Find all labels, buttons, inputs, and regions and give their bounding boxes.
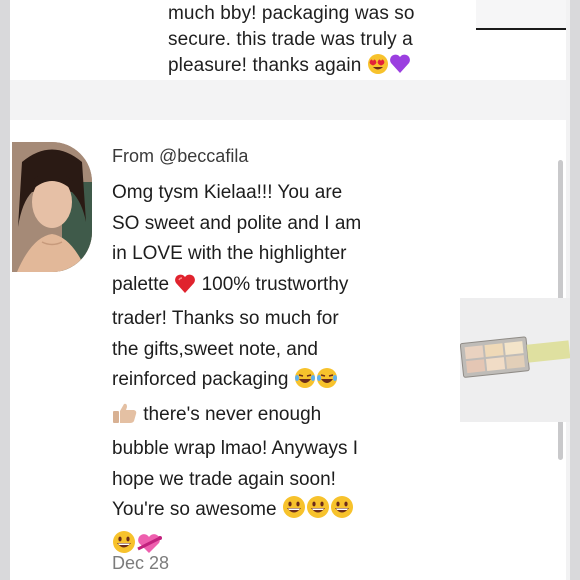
grinning-face-icon [306,495,330,530]
review-separator [10,80,566,120]
review-text: Omg tysm Kielaa!!! You are SO sweet and … [112,178,452,564]
thumbs-up-icon [112,402,138,435]
previous-review-text: much bby! packaging was so secure. this … [168,1,468,83]
previous-review-line: secure. this trade was truly a [168,29,413,50]
red-heart-icon [174,273,196,305]
review-line: SO sweet and polite and I am [112,212,362,234]
review-line: You're so awesome [112,495,452,530]
grinning-face-icon [330,495,354,530]
avatar[interactable] [12,142,92,272]
review-line: in LOVE with the highlighter [112,243,347,264]
laughing-crying-icon [316,367,338,400]
grinning-face-icon [282,495,306,530]
review-line: trader! Thanks so much for [112,308,339,329]
review-line: the gifts,sweet note, and [112,338,318,360]
product-thumbnail[interactable] [459,298,571,422]
author-username[interactable]: @beccafila [159,146,248,166]
previous-review-line: pleasure! thanks again [168,53,468,83]
purple-heart-icon [389,53,411,83]
product-thumbnail-top [476,0,566,30]
review-line: hope we trade again soon! [112,468,336,490]
review-line: bubble wrap lmao! Anyways I [112,438,359,459]
review-line: there's never enough [112,400,452,435]
from-label: From [112,146,154,166]
heart-eyes-icon [367,53,389,83]
review-date: Dec 28 [112,553,170,573]
review-line: reinforced packaging [112,365,452,400]
review-line: Omg tysm Kielaa!!! You are [112,182,343,203]
previous-review-line: much bby! packaging was so [168,3,415,24]
laughing-crying-icon [294,367,316,400]
review-line: palette 100% trustworthy [112,270,452,305]
review-author: From @beccafila [112,146,248,167]
